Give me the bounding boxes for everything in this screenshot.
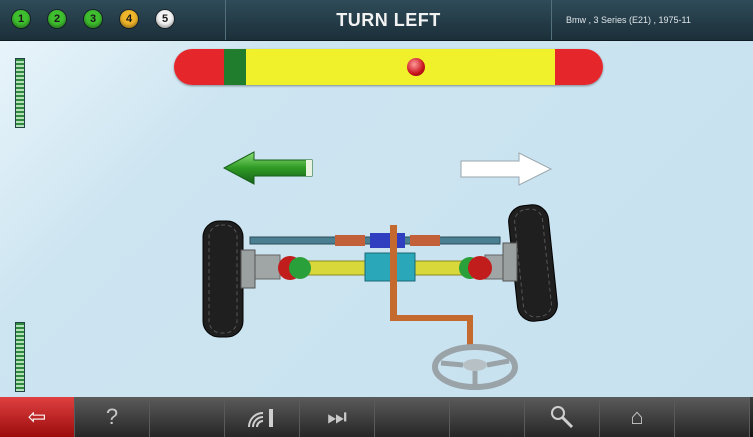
left-arrow-icon [222, 151, 313, 185]
fast-forward-button[interactable]: ⏭ [300, 397, 375, 437]
step-3[interactable]: 3 [84, 10, 102, 28]
top-bar: 1 2 3 4 5 TURN LEFT Bmw , 3 Series (E21)… [0, 0, 753, 41]
toolbar-button-6[interactable] [375, 397, 450, 437]
gauge-red-zone-right [555, 49, 603, 85]
signal-button[interactable] [225, 397, 300, 437]
steering-linkage-diagram [202, 204, 558, 390]
gauge-yellow-zone [246, 49, 555, 85]
steering-wheel-icon [432, 344, 518, 390]
right-arrow-icon [460, 152, 553, 186]
tools-icon [551, 406, 574, 429]
left-bottom-scale [15, 322, 25, 392]
step-4[interactable]: 4 [120, 10, 138, 28]
bottom-toolbar: ⇦ ? ⏭ ⌂ [0, 397, 753, 437]
toolbar-button-7[interactable] [450, 397, 525, 437]
toolbar-button-3[interactable] [150, 397, 225, 437]
tools-button[interactable] [525, 397, 600, 437]
home-icon: ⌂ [630, 404, 644, 429]
step-5[interactable]: 5 [156, 10, 174, 28]
gauge-indicator-ball [406, 58, 425, 76]
steering-gauge [174, 49, 603, 85]
right-wheel [502, 204, 558, 322]
vehicle-info: Bmw , 3 Series (E21) , 1975-11 [566, 15, 691, 25]
gauge-red-zone-left [174, 49, 224, 85]
back-button[interactable]: ⇦ [0, 397, 75, 437]
left-top-scale [15, 58, 25, 128]
back-arrow-icon: ⇦ [27, 404, 47, 429]
left-wheel [202, 220, 256, 338]
page-title: TURN LEFT [225, 0, 552, 40]
help-icon: ? [105, 404, 119, 429]
home-button[interactable]: ⌂ [600, 397, 675, 437]
gauge-green-zone [224, 49, 246, 85]
toolbar-button-10[interactable] [675, 397, 750, 437]
fast-forward-icon: ⏭ [327, 404, 347, 429]
step-2[interactable]: 2 [48, 10, 66, 28]
step-indicators: 1 2 3 4 5 [12, 10, 174, 28]
signal-icon [248, 409, 273, 428]
help-button[interactable]: ? [75, 397, 150, 437]
step-1[interactable]: 1 [12, 10, 30, 28]
